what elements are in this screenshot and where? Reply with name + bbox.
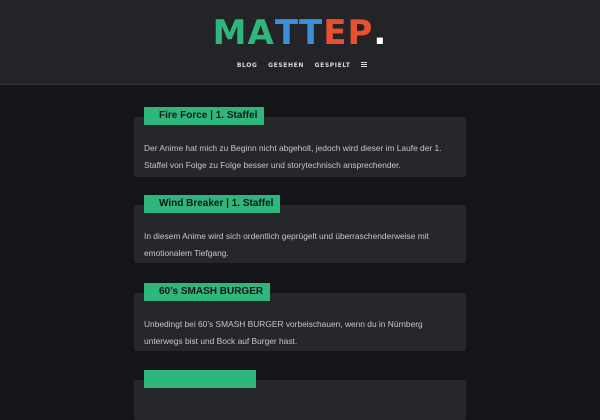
post-title[interactable] [144, 370, 256, 388]
post-title[interactable]: 60’s SMASH BURGER [144, 283, 271, 301]
logo-letter: M [212, 13, 248, 53]
nav-link-gespielt[interactable]: GESPIELT [315, 62, 351, 69]
post-card: Wind Breaker | 1. Staffel In diesem Anim… [134, 195, 466, 263]
post-card: Fire Force | 1. Staffel Der Anime hat mi… [134, 107, 466, 177]
logo-letter: E [323, 13, 348, 53]
site-header: MATTEP. BLOG GESEHEN GESPIELT [0, 0, 600, 85]
logo-letter: T [274, 13, 300, 53]
post-card [134, 370, 466, 420]
logo-letter: . [373, 13, 388, 53]
post-excerpt: Unbedingt bei 60’s SMASH BURGER vorbeisc… [144, 319, 423, 346]
logo-letter: P [347, 13, 374, 53]
nav-link-blog[interactable]: BLOG [237, 62, 258, 69]
site-logo[interactable]: MATTEP. [0, 14, 600, 52]
logo-letter: A [247, 13, 275, 53]
post-excerpt: In diesem Anime wird sich ordentlich gep… [144, 231, 429, 258]
post-title[interactable]: Fire Force | 1. Staffel [144, 107, 265, 125]
main-nav: BLOG GESEHEN GESPIELT [0, 61, 600, 69]
nav-link-gesehen[interactable]: GESEHEN [268, 62, 304, 69]
logo-letter: T [299, 13, 324, 53]
post-title[interactable]: Wind Breaker | 1. Staffel [144, 195, 281, 213]
post-card: 60’s SMASH BURGER Unbedingt bei 60’s SMA… [134, 283, 466, 351]
post-excerpt: Der Anime hat mich zu Beginn nicht abgeh… [144, 143, 442, 170]
hamburger-icon[interactable] [361, 61, 368, 69]
